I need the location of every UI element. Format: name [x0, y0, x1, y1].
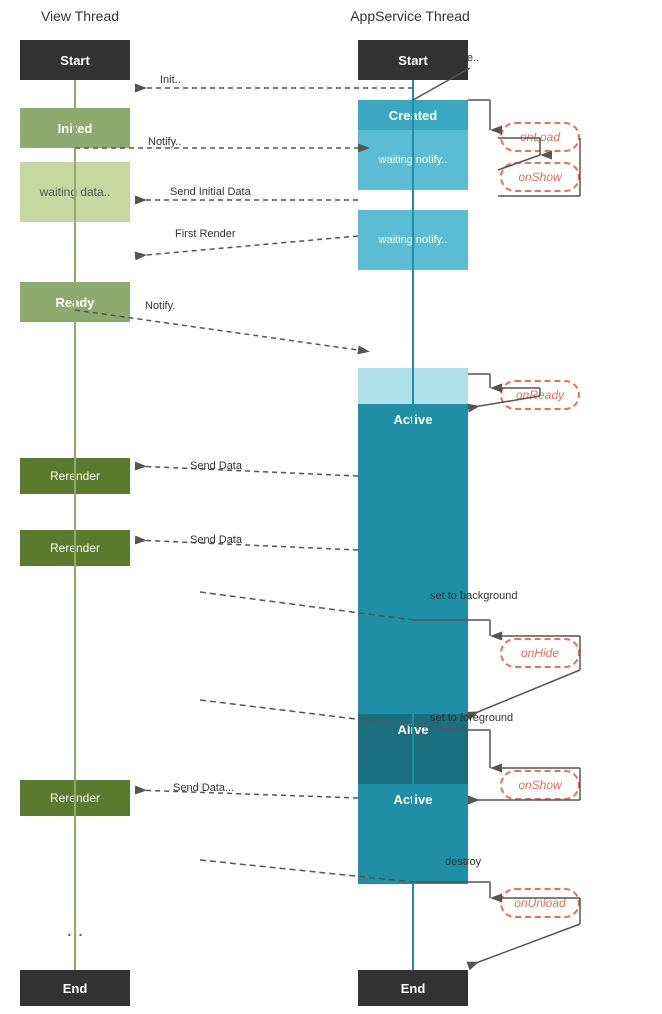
- onhide-callback: onHide: [500, 638, 580, 668]
- onshow1-callback: onShow: [500, 162, 580, 192]
- onready-callback: onReady: [500, 380, 580, 410]
- view-thread-header: View Thread: [20, 8, 140, 24]
- view-dots-state: ...: [20, 910, 130, 950]
- view-rerender2-state: Rerender: [20, 530, 130, 566]
- notify2-label: Notify.: [145, 300, 175, 312]
- send-data3-label: Send Data...: [173, 782, 234, 794]
- view-rerender1-state: Rerender: [20, 458, 130, 494]
- app-waiting-notify2-state: waiting notify..: [358, 210, 468, 270]
- init-label: Init..: [160, 74, 181, 86]
- view-inited-state: Inited: [20, 108, 130, 148]
- first-render-label: First Render: [175, 228, 236, 240]
- send-data1-label: Send Data: [190, 460, 242, 472]
- view-rerender3-state: Rerender: [20, 780, 130, 816]
- onshow2-callback: onShow: [500, 770, 580, 800]
- view-end-state: End: [20, 970, 130, 1006]
- view-waiting-data-state: waiting data..: [20, 162, 130, 222]
- app-created-state: Created: [358, 100, 468, 130]
- create-label: Create..: [440, 52, 479, 64]
- view-start-state: Start: [20, 40, 130, 80]
- app-end-state: End: [358, 970, 468, 1006]
- app-active1-state: Active: [358, 404, 468, 714]
- notify1-label: Notify..: [148, 136, 181, 148]
- diagram-arrows: [0, 0, 662, 1014]
- send-data2-label: Send Data: [190, 534, 242, 546]
- app-light-blue-state: [358, 368, 468, 404]
- set-to-background-label: set to background: [430, 590, 517, 602]
- send-initial-data-label: Send Initial Data: [170, 186, 251, 198]
- onload-callback: onLoad: [500, 122, 580, 152]
- diagram-container: View Thread AppService Thread Start Init…: [0, 0, 662, 1014]
- set-to-foreground-label: set to foreground: [430, 712, 513, 724]
- app-active2-state: Active: [358, 784, 468, 884]
- view-ready-state: Ready: [20, 282, 130, 322]
- app-waiting-notify1-state: waiting notify..: [358, 130, 468, 190]
- app-alive-state: Alive: [358, 714, 468, 784]
- destroy-label: destroy: [445, 856, 481, 868]
- app-thread-header: AppService Thread: [330, 8, 490, 24]
- onunload-callback: onUnload: [500, 888, 580, 918]
